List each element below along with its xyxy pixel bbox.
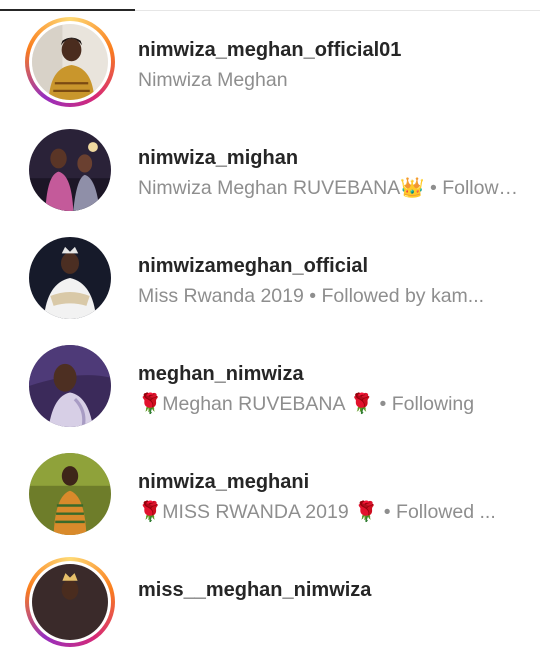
result-subtitle: 🌹MISS RWANDA 2019 🌹 • Followed ... (138, 501, 496, 523)
avatar-frame[interactable] (25, 125, 115, 215)
result-subtitle: 🌹Meghan RUVEBANA 🌹 • Following (138, 393, 475, 415)
result-username: nimwiza_meghan_official01 (138, 39, 402, 61)
result-username: miss__meghan_nimwiza (138, 579, 372, 601)
avatar (32, 24, 108, 100)
avatar-photo (29, 345, 111, 427)
avatar (29, 453, 111, 535)
avatar-story-ring[interactable] (25, 17, 115, 107)
result-subtitle: Nimwiza Meghan RUVEBANA👑 • Followed by .… (138, 177, 528, 199)
avatar-photo (29, 237, 111, 319)
avatar-frame[interactable] (25, 233, 115, 323)
tab-underline-bar (0, 0, 540, 11)
search-result-row[interactable]: nimwizameghan_official Miss Rwanda 2019 … (0, 227, 540, 335)
avatar-frame[interactable] (25, 341, 115, 431)
search-result-row[interactable]: nimwiza_mighan Nimwiza Meghan RUVEBANA👑 … (0, 119, 540, 227)
avatar (32, 564, 108, 640)
search-result-row[interactable]: nimwiza_meghan_official01 Nimwiza Meghan (0, 11, 540, 119)
avatar (29, 129, 111, 211)
avatar-photo (29, 453, 111, 535)
result-subtitle: Nimwiza Meghan (138, 69, 288, 91)
avatar-photo (32, 564, 108, 640)
search-result-row[interactable]: miss__meghan_nimwiza (0, 551, 540, 659)
search-results-list: nimwiza_meghan_official01 Nimwiza Meghan (0, 11, 540, 659)
search-result-row[interactable]: nimwiza_meghani 🌹MISS RWANDA 2019 🌹 • Fo… (0, 443, 540, 551)
result-username: nimwiza_meghani (138, 471, 310, 493)
avatar-photo (29, 129, 111, 211)
avatar-photo (32, 24, 108, 100)
search-result-row[interactable]: meghan_nimwiza 🌹Meghan RUVEBANA 🌹 • Foll… (0, 335, 540, 443)
result-username: meghan_nimwiza (138, 363, 304, 385)
result-subtitle: Miss Rwanda 2019 • Followed by kam... (138, 285, 485, 307)
avatar (29, 237, 111, 319)
avatar-story-ring[interactable] (25, 557, 115, 647)
result-username: nimwiza_mighan (138, 147, 299, 169)
avatar-frame[interactable] (25, 449, 115, 539)
result-username: nimwizameghan_official (138, 255, 369, 277)
avatar (29, 345, 111, 427)
